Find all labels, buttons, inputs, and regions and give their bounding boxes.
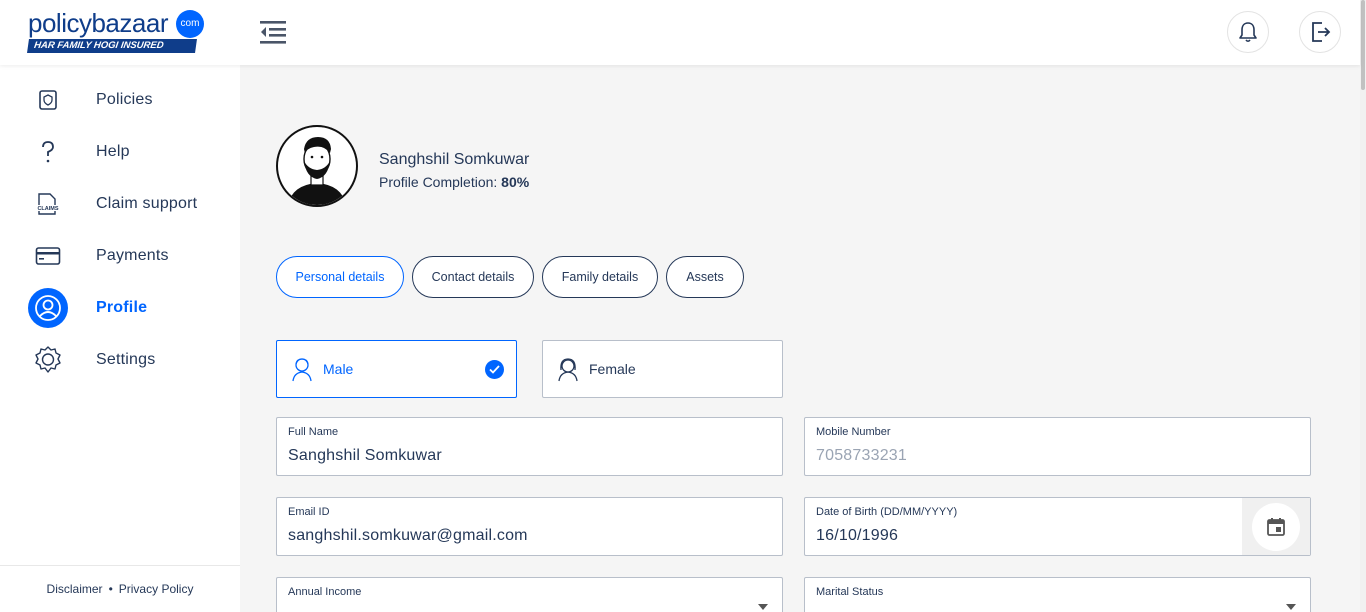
sidebar-item-label: Settings xyxy=(96,351,156,368)
gender-female-option[interactable]: Female xyxy=(542,340,783,398)
policy-shield-icon xyxy=(28,80,68,120)
sidebar-item-label: Profile xyxy=(96,299,148,316)
marital-status-label: Marital Status xyxy=(816,586,884,598)
full-name-field[interactable]: Full Name Sanghshil Somkuwar xyxy=(276,417,783,476)
sidebar-item-payments[interactable]: Payments xyxy=(28,236,228,276)
email-value[interactable]: sanghshil.somkuwar@gmail.com xyxy=(288,527,528,545)
question-icon xyxy=(28,132,68,172)
logo-tagline: HAR FAMILY HOGI INSURED xyxy=(27,39,197,53)
dob-field[interactable]: Date of Birth (DD/MM/YYYY) 16/10/1996 xyxy=(804,497,1311,556)
footer-separator: • xyxy=(108,582,113,596)
mobile-number-value: 7058733231 xyxy=(816,447,907,464)
svg-text:CLAIMS: CLAIMS xyxy=(37,206,58,212)
user-icon xyxy=(28,288,68,328)
calendar-button[interactable] xyxy=(1242,498,1310,555)
notifications-button[interactable] xyxy=(1227,11,1269,53)
avatar-illustration-icon xyxy=(288,137,346,205)
menu-collapse-icon xyxy=(260,21,286,44)
email-field[interactable]: Email ID sanghshil.somkuwar@gmail.com xyxy=(276,497,783,556)
calendar-icon xyxy=(1267,517,1285,536)
policybazaar-logo[interactable]: policybazaar com HAR FAMILY HOGI INSURED xyxy=(27,8,213,56)
sidebar-item-label: Help xyxy=(96,143,130,160)
profile-completion: Profile Completion: 80% xyxy=(379,174,529,190)
full-name-value[interactable]: Sanghshil Somkuwar xyxy=(288,447,442,465)
logo-com-badge: com xyxy=(176,10,204,38)
tab-assets[interactable]: Assets xyxy=(666,256,744,298)
page-scrollbar[interactable] xyxy=(1360,0,1366,612)
tab-family-details[interactable]: Family details xyxy=(542,256,658,298)
marital-status-select[interactable]: Marital Status xyxy=(804,577,1311,612)
annual-income-label: Annual Income xyxy=(288,586,362,598)
profile-completion-value: 80% xyxy=(501,174,530,190)
sidebar-item-label: Policies xyxy=(96,91,153,108)
sidebar-footer: Disclaimer • Privacy Policy xyxy=(0,565,240,612)
gender-male-option[interactable]: Male xyxy=(276,340,517,398)
gender-female-label: Female xyxy=(589,361,636,377)
full-name-label: Full Name xyxy=(288,426,339,438)
gender-male-label: Male xyxy=(323,361,354,377)
sidebar-item-help[interactable]: Help xyxy=(28,132,228,172)
top-header: policybazaar com HAR FAMILY HOGI INSURED xyxy=(0,0,1360,65)
sidebar-item-label: Claim support xyxy=(96,195,198,212)
male-avatar-icon xyxy=(292,358,312,382)
main-content: Sanghshil Somkuwar Profile Completion: 8… xyxy=(240,65,1360,612)
sidebar-item-claim-support[interactable]: CLAIMS Claim support xyxy=(28,184,228,224)
female-avatar-icon xyxy=(558,358,578,382)
claims-doc-icon: CLAIMS xyxy=(28,184,68,224)
bell-icon xyxy=(1239,22,1257,43)
mobile-number-label: Mobile Number xyxy=(816,426,891,438)
scrollbar-thumb[interactable] xyxy=(1361,0,1365,90)
logout-icon xyxy=(1312,22,1331,42)
dob-value[interactable]: 16/10/1996 xyxy=(816,527,898,545)
sidebar-item-settings[interactable]: Settings xyxy=(28,340,228,380)
mobile-number-field[interactable]: Mobile Number 7058733231 xyxy=(804,417,1311,476)
dob-label: Date of Birth (DD/MM/YYYY) xyxy=(816,506,958,518)
sidebar-item-policies[interactable]: Policies xyxy=(28,80,228,120)
chevron-down-icon xyxy=(758,604,768,610)
annual-income-select[interactable]: Annual Income xyxy=(276,577,783,612)
menu-collapse-button[interactable] xyxy=(258,18,288,46)
sidebar-item-label: Payments xyxy=(96,247,169,264)
logout-button[interactable] xyxy=(1299,11,1341,53)
chevron-down-icon xyxy=(1286,604,1296,610)
tab-personal-details[interactable]: Personal details xyxy=(276,256,404,298)
avatar[interactable] xyxy=(276,125,358,207)
gear-icon xyxy=(28,340,68,380)
sidebar-item-profile[interactable]: Profile xyxy=(28,288,228,328)
disclaimer-link[interactable]: Disclaimer xyxy=(47,582,103,596)
check-icon xyxy=(485,360,504,379)
privacy-policy-link[interactable]: Privacy Policy xyxy=(119,582,194,596)
profile-name: Sanghshil Somkuwar xyxy=(379,151,530,168)
card-icon xyxy=(28,236,68,276)
logo-wordmark: policybazaar xyxy=(28,8,168,38)
email-label: Email ID xyxy=(288,506,330,518)
tab-contact-details[interactable]: Contact details xyxy=(412,256,534,298)
sidebar: Policies Help CLAIMS Claim support Payme… xyxy=(0,65,240,612)
profile-completion-label: Profile Completion: xyxy=(379,174,498,190)
